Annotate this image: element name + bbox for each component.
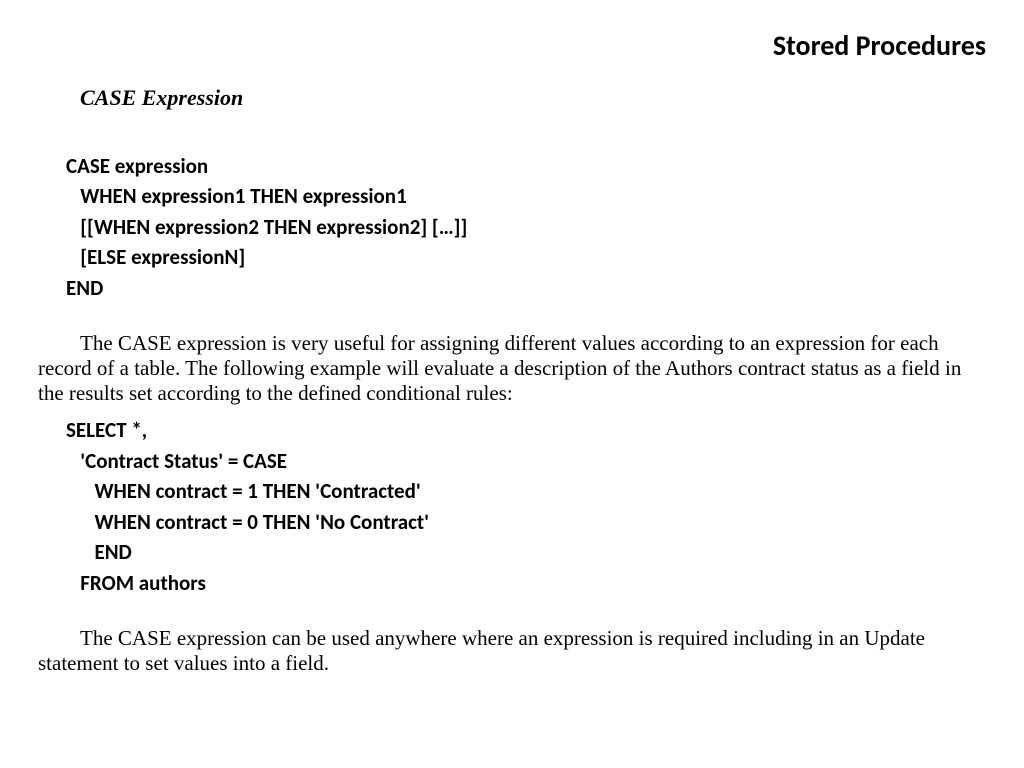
example-line: SELECT *, [66,417,147,443]
section-heading: CASE Expression [80,85,986,111]
example-line: WHEN contract = 0 THEN 'No Contract' [66,509,429,535]
example-line: WHEN contract = 1 THEN 'Contracted' [66,478,421,504]
syntax-line: WHEN expression1 THEN expression1 [66,183,407,209]
example-block: SELECT *, 'Contract Status' = CASE WHEN … [66,415,986,598]
example-line: FROM authors [66,570,206,596]
body-paragraph: The CASE expression is very useful for a… [38,331,986,405]
syntax-line: [ELSE expressionN] [66,244,245,270]
example-line: 'Contract Status' = CASE [66,448,287,474]
syntax-line: END [66,275,103,301]
syntax-block: CASE expression WHEN expression1 THEN ex… [66,151,986,303]
body-paragraph: The CASE expression can be used anywhere… [38,626,986,676]
document-page: Stored Procedures CASE Expression CASE e… [0,0,1024,706]
syntax-line: CASE expression [66,153,208,179]
page-title: Stored Procedures [38,28,986,63]
example-line: END [66,539,132,565]
syntax-line: [[WHEN expression2 THEN expression2] […]… [66,214,467,240]
